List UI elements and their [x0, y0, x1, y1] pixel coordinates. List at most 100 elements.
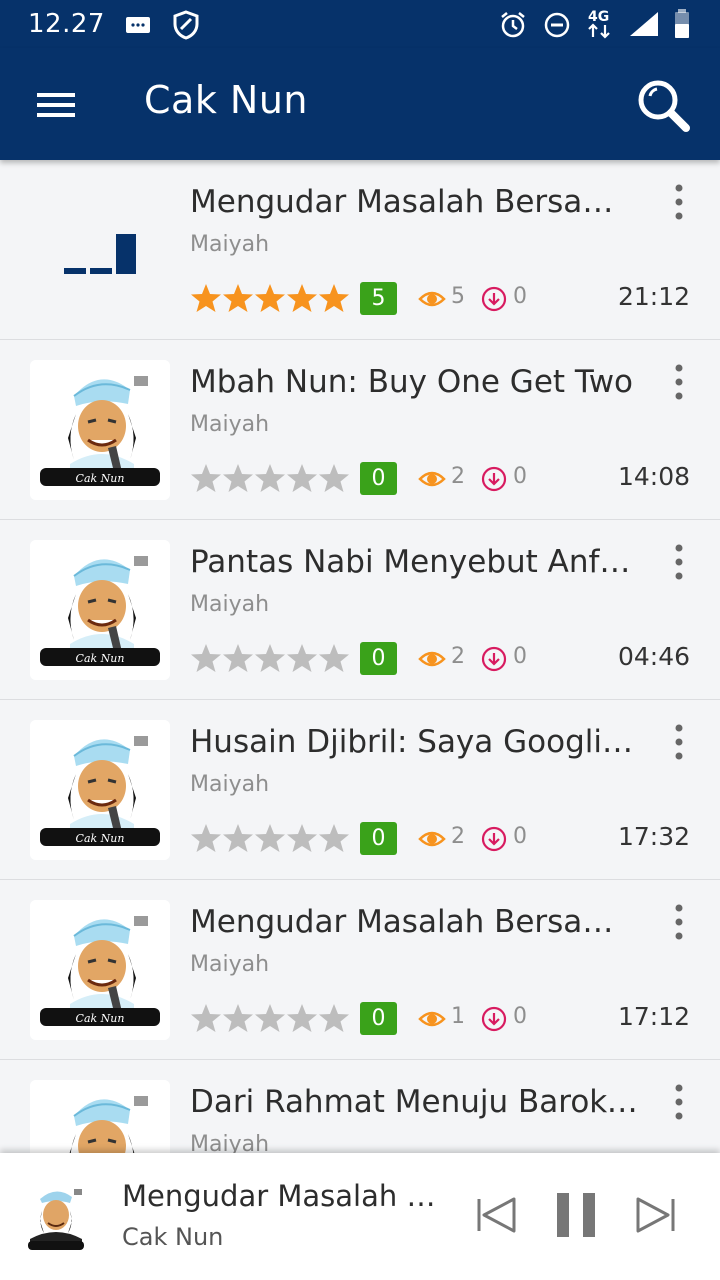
download-icon[interactable] [481, 286, 507, 312]
more-options-icon[interactable] [664, 722, 694, 762]
track-title: Pantas Nabi Menyebut Anfa... [190, 544, 640, 580]
star-icon[interactable] [190, 462, 222, 494]
next-icon[interactable] [634, 1193, 678, 1237]
more-options-icon[interactable] [664, 542, 694, 582]
eye-icon [418, 831, 446, 847]
track-subtitle: Maiyah [190, 952, 270, 977]
rating-stars[interactable] [190, 282, 350, 314]
star-icon[interactable] [222, 642, 254, 674]
player-thumbnail [28, 1189, 84, 1250]
player-title: Mengudar Masalah B... [122, 1179, 440, 1213]
download-icon[interactable] [481, 466, 507, 492]
svg-text:Cak Nun: Cak Nun [76, 652, 125, 665]
track-title: Mengudar Masalah Bersam... [190, 184, 640, 220]
star-icon[interactable] [190, 282, 222, 314]
rating-badge: 0 [360, 822, 397, 855]
track-title: Mbah Nun: Buy One Get Two [190, 364, 634, 400]
download-icon[interactable] [481, 646, 507, 672]
track-thumbnail: Cak Nun [30, 360, 170, 500]
star-icon[interactable] [254, 822, 286, 854]
star-icon[interactable] [318, 462, 350, 494]
view-count: 2 [451, 824, 465, 849]
track-thumbnail: Cak Nun [30, 900, 170, 1040]
star-icon[interactable] [222, 462, 254, 494]
track-list[interactable]: Mengudar Masalah Bersam... Maiyah 5 5 0 21:12… [0, 160, 720, 1153]
rating-stars[interactable] [190, 642, 350, 674]
track-duration: 17:32 [617, 822, 690, 851]
more-options-icon[interactable] [664, 902, 694, 942]
download-icon[interactable] [481, 1006, 507, 1032]
star-icon[interactable] [222, 1002, 254, 1034]
alarm-icon [501, 12, 525, 38]
app-bar: Cak Nun [0, 48, 720, 160]
star-icon[interactable] [318, 642, 350, 674]
rating-badge: 0 [360, 462, 397, 495]
status-time: 12.27 [28, 9, 105, 39]
track-row[interactable]: Cak Nun Pantas Nabi Menyebut Anfa... Maiya… [0, 520, 720, 700]
player-artist: Cak Nun [122, 1223, 224, 1251]
previous-icon[interactable] [474, 1193, 518, 1237]
view-count: 2 [451, 644, 465, 669]
track-title: Mengudar Masalah Bersam... [190, 904, 640, 940]
svg-text:Cak Nun: Cak Nun [76, 472, 125, 485]
star-icon[interactable] [190, 642, 222, 674]
download-icon[interactable] [481, 826, 507, 852]
star-icon[interactable] [286, 822, 318, 854]
star-icon[interactable] [190, 1002, 222, 1034]
download-count: 0 [513, 644, 527, 669]
star-icon[interactable] [222, 822, 254, 854]
status-bar: 12.27 4G [0, 0, 720, 48]
track-title: Husain Djibril: Saya Googling... [190, 724, 640, 760]
more-options-icon[interactable] [664, 182, 694, 222]
shield-icon [173, 10, 199, 40]
mini-player[interactable]: Mengudar Masalah B... Cak Nun [0, 1153, 720, 1280]
track-duration: 04:46 [617, 642, 690, 671]
star-icon[interactable] [190, 822, 222, 854]
rating-stars[interactable] [190, 1002, 350, 1034]
star-icon[interactable] [286, 642, 318, 674]
star-icon[interactable] [318, 1002, 350, 1034]
track-subtitle: Maiyah [190, 592, 270, 617]
star-icon[interactable] [286, 282, 318, 314]
pause-icon[interactable] [554, 1191, 598, 1239]
track-row[interactable]: Cak Nun Dari Rahmat Menuju Baroka... Maiya… [0, 1060, 720, 1153]
view-count: 2 [451, 464, 465, 489]
rating-badge: 0 [360, 642, 397, 675]
track-row[interactable]: Cak Nun Mbah Nun: Buy One Get Two Maiyah 0 2… [0, 340, 720, 520]
track-thumbnail: Cak Nun [30, 540, 170, 680]
svg-text:Cak Nun: Cak Nun [76, 1012, 125, 1025]
eye-icon [418, 1011, 446, 1027]
track-row[interactable]: Cak Nun Mengudar Masalah Bersam... Maiyah 0… [0, 880, 720, 1060]
more-options-icon[interactable] [664, 362, 694, 402]
track-subtitle: Maiyah [190, 1132, 270, 1153]
star-icon[interactable] [254, 642, 286, 674]
star-icon[interactable] [318, 822, 350, 854]
star-icon[interactable] [254, 462, 286, 494]
track-thumbnail: Cak Nun [30, 720, 170, 860]
search-icon[interactable] [632, 74, 696, 138]
track-row[interactable]: Cak Nun Husain Djibril: Saya Googling... M… [0, 700, 720, 880]
star-icon[interactable] [254, 1002, 286, 1034]
track-subtitle: Maiyah [190, 412, 270, 437]
eye-icon [418, 471, 446, 487]
star-icon[interactable] [222, 282, 254, 314]
do-not-disturb-icon [544, 12, 570, 38]
rating-stars[interactable] [190, 822, 350, 854]
track-row[interactable]: Mengudar Masalah Bersam... Maiyah 5 5 0 21:12 [0, 160, 720, 340]
track-subtitle: Maiyah [190, 772, 270, 797]
menu-icon[interactable] [26, 78, 86, 130]
more-options-icon[interactable] [664, 1082, 694, 1122]
bars-icon [30, 180, 170, 320]
svg-text:Cak Nun: Cak Nun [76, 832, 125, 845]
download-count: 0 [513, 464, 527, 489]
star-icon[interactable] [286, 1002, 318, 1034]
page-title: Cak Nun [144, 78, 308, 122]
download-count: 0 [513, 1004, 527, 1029]
track-duration: 21:12 [617, 282, 690, 311]
star-icon[interactable] [286, 462, 318, 494]
rating-stars[interactable] [190, 462, 350, 494]
track-title: Dari Rahmat Menuju Baroka... [190, 1084, 640, 1120]
star-icon[interactable] [318, 282, 350, 314]
star-icon[interactable] [254, 282, 286, 314]
battery-icon [675, 9, 689, 38]
